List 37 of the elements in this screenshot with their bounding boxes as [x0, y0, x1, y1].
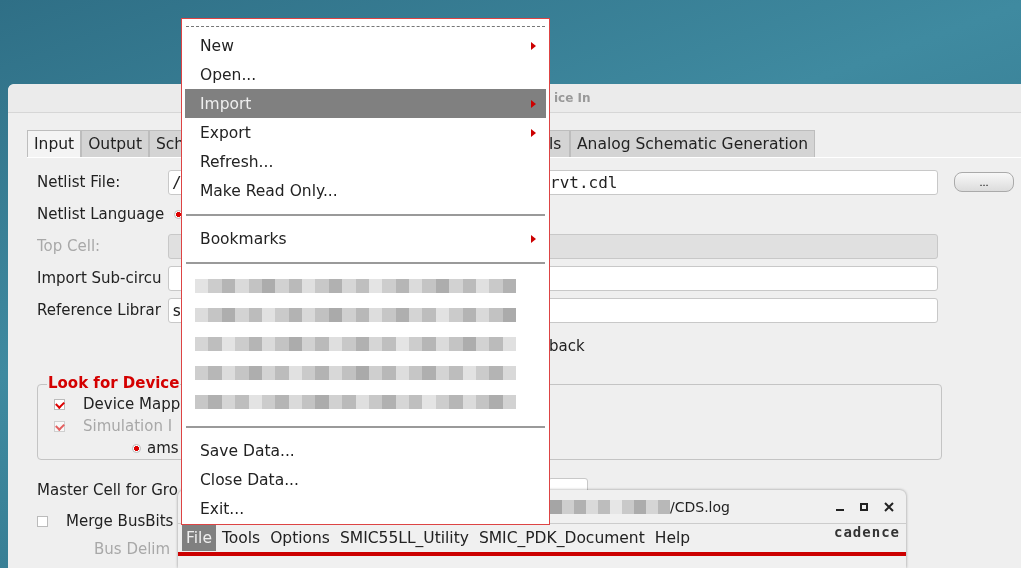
tab[interactable]: Analog Schematic Generation — [570, 130, 816, 157]
menu-item[interactable]: SMIC_PDK_Document — [474, 525, 649, 551]
field-label: Netlist File: — [37, 173, 122, 191]
window-title: /CDS.log — [670, 498, 730, 515]
checkbox-label: back — [549, 337, 585, 355]
logo-text: cadence — [834, 524, 900, 540]
menu-item[interactable]: SMIC55LL_Utility — [335, 525, 473, 551]
menu-item[interactable]: Open... — [185, 60, 546, 89]
field-label: Master Cell for Gro — [37, 481, 179, 499]
checkbox-label: Merge BusBits — [66, 512, 174, 530]
menu-item[interactable]: Options — [266, 525, 334, 551]
checkbox[interactable] — [54, 398, 65, 410]
tab[interactable]: Input — [27, 130, 82, 157]
checkbox-label: Simulation I — [83, 417, 173, 435]
menu-item[interactable]: Save Data... — [185, 436, 546, 465]
radio-label: ams — [147, 439, 179, 457]
maximize-icon[interactable] — [860, 502, 868, 511]
menu-item[interactable]: Help — [650, 525, 695, 551]
radio-button[interactable] — [132, 443, 141, 453]
menu-item[interactable]: Tools — [217, 525, 265, 551]
menu-item[interactable]: Close Data... — [185, 465, 546, 494]
checkbox[interactable] — [37, 515, 48, 527]
field-label: Import Sub-circu — [37, 269, 163, 287]
menu-item[interactable]: New — [185, 31, 546, 60]
menu-item[interactable]: Exit... — [185, 494, 546, 523]
checkbox-label: Device Mapp — [83, 395, 181, 413]
field-label: Bus Delim — [94, 540, 171, 558]
minimize-icon[interactable] — [836, 508, 844, 511]
window-title: ice In — [554, 91, 591, 105]
browse-button[interactable]: ... — [954, 172, 1014, 192]
close-icon[interactable] — [884, 501, 894, 512]
field-label: Reference Librar — [37, 301, 162, 319]
tab[interactable]: Output — [81, 130, 149, 157]
field-label: Netlist Language — [37, 205, 166, 223]
tearoff-line[interactable] — [186, 26, 545, 27]
field-label: Top Cell: — [37, 237, 102, 255]
menu-item[interactable]: Bookmarks — [185, 224, 546, 253]
